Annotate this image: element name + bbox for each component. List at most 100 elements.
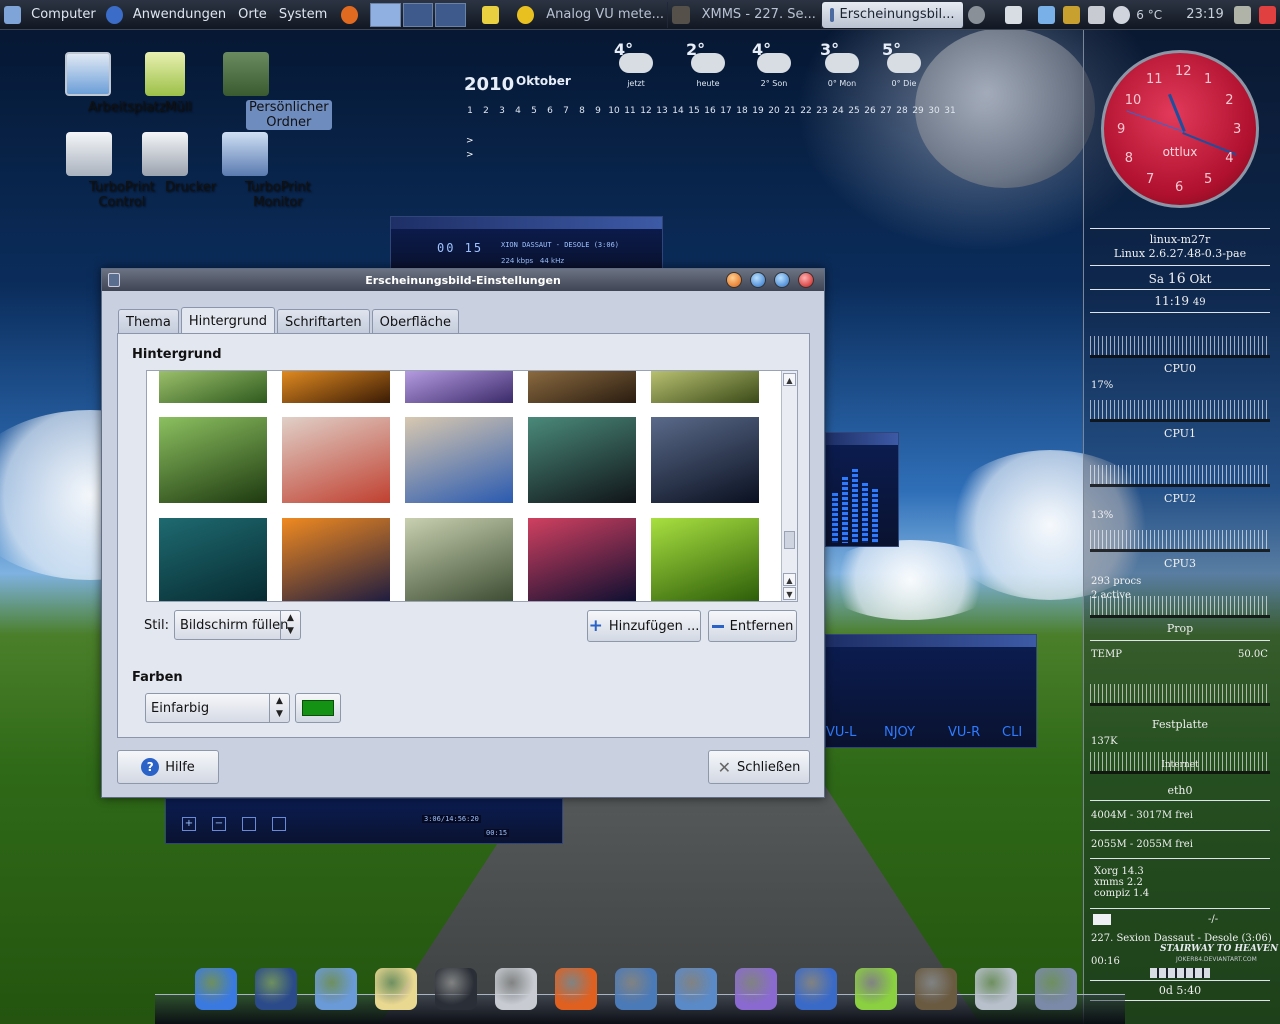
calendar-day[interactable]: 14 bbox=[670, 106, 686, 116]
computer-icon[interactable] bbox=[4, 5, 22, 24]
wallpaper-thumb-tower[interactable] bbox=[528, 518, 636, 601]
calendar-day[interactable]: 9 bbox=[590, 106, 606, 116]
cd-icon[interactable] bbox=[975, 968, 1017, 1010]
calendar-day[interactable]: 26 bbox=[862, 106, 878, 116]
writer-icon[interactable] bbox=[795, 968, 837, 1010]
office-icon[interactable] bbox=[735, 968, 777, 1010]
calendar-arrow[interactable]: > bbox=[466, 136, 474, 146]
calendar-day[interactable]: 4 bbox=[510, 106, 526, 116]
wallpaper-thumb-city[interactable] bbox=[405, 417, 513, 503]
add-wallpaper-button[interactable]: + Hinzufügen ... bbox=[587, 610, 701, 642]
firefox-icon[interactable] bbox=[555, 968, 597, 1010]
xmms-main-window[interactable]: 00 15 XION DASSAUT - DESOLE (3:06) 224 k… bbox=[390, 216, 663, 270]
settings-icon[interactable] bbox=[495, 968, 537, 1010]
tab-hintergrund[interactable]: Hintergrund bbox=[180, 307, 275, 335]
lime-icon[interactable] bbox=[855, 968, 897, 1010]
calendar-day[interactable]: 24 bbox=[830, 106, 846, 116]
calendar-day[interactable]: 1 bbox=[462, 106, 478, 116]
notes-icon[interactable] bbox=[375, 968, 417, 1010]
wallpaper-thumb-bridge[interactable] bbox=[282, 417, 390, 503]
playlist-misc-button[interactable] bbox=[272, 817, 286, 831]
scroll-up-arrow[interactable]: ▲ bbox=[783, 373, 796, 386]
task-xmms[interactable]: XMMS - 227. Se... bbox=[694, 1, 822, 28]
tab-schriftarten[interactable]: Schriftarten bbox=[276, 309, 370, 335]
close-button[interactable]: ✕ Schließen bbox=[708, 750, 810, 784]
wallpaper-thumb-fire-forest[interactable] bbox=[282, 371, 390, 403]
wallpaper-thumb-purple-sky[interactable] bbox=[405, 371, 513, 403]
scrollbar-thumb[interactable] bbox=[784, 531, 795, 549]
calendar-day[interactable]: 10 bbox=[606, 106, 622, 116]
tab-oberflaeche[interactable]: Oberfläche bbox=[371, 309, 460, 335]
color-mode-combobox[interactable]: Einfarbig ▲ ▼ bbox=[145, 693, 290, 723]
close-window-button[interactable] bbox=[798, 272, 814, 288]
calendar-arrow[interactable]: > bbox=[466, 150, 474, 160]
maximize-button[interactable] bbox=[774, 272, 790, 288]
calendar-day[interactable]: 19 bbox=[750, 106, 766, 116]
help-button[interactable]: ? Hilfe bbox=[117, 750, 219, 784]
wallpaper-scrollbar[interactable]: ▲ ▲ ▼ bbox=[781, 371, 797, 601]
calendar-day[interactable]: 5 bbox=[526, 106, 542, 116]
wallpaper-thumb-night-street[interactable] bbox=[528, 417, 636, 503]
gimp-icon[interactable] bbox=[915, 968, 957, 1010]
clock-text[interactable]: 23:19 bbox=[1186, 7, 1223, 22]
window-menu-button[interactable] bbox=[726, 272, 742, 288]
wallpaper-thumb-teal-grid[interactable] bbox=[159, 518, 267, 601]
smiley-icon[interactable] bbox=[517, 5, 535, 24]
menu-orte[interactable]: Orte bbox=[232, 7, 273, 22]
printer-icon[interactable] bbox=[1004, 5, 1022, 24]
wallpaper-thumb-dusk[interactable] bbox=[528, 371, 636, 403]
dialog-titlebar[interactable]: Erscheinungsbild-Einstellungen bbox=[102, 269, 824, 291]
calendar-day[interactable]: 25 bbox=[846, 106, 862, 116]
scroll-down-arrow[interactable]: ▼ bbox=[783, 587, 796, 600]
style-combobox[interactable]: Bildschirm füllen ▲ ▼ bbox=[174, 610, 301, 640]
calendar-day[interactable]: 7 bbox=[558, 106, 574, 116]
globe-icon[interactable] bbox=[195, 968, 237, 1010]
network-icon[interactable] bbox=[675, 968, 717, 1010]
xmms-icon[interactable] bbox=[672, 5, 690, 24]
menu-system[interactable]: System bbox=[273, 7, 333, 22]
analog-vu-window[interactable]: VU-L NJOY VU-R CLI bbox=[825, 634, 1037, 748]
monitor-applet-icon[interactable] bbox=[1062, 5, 1080, 24]
wallpaper-thumb-grass[interactable] bbox=[651, 371, 759, 403]
trash-icon[interactable] bbox=[1035, 968, 1077, 1010]
task-appearance[interactable]: Erscheinungsbil... bbox=[821, 1, 964, 28]
xmms-equalizer-window[interactable] bbox=[825, 432, 899, 547]
menu-anwendungen[interactable]: Anwendungen bbox=[127, 7, 232, 22]
calendar-day[interactable]: 28 bbox=[894, 106, 910, 116]
playlist-add-button[interactable]: + bbox=[182, 817, 196, 831]
calendar-day[interactable]: 21 bbox=[782, 106, 798, 116]
terminal-icon[interactable] bbox=[435, 968, 477, 1010]
playlist-remove-button[interactable]: − bbox=[212, 817, 226, 831]
volume-icon[interactable] bbox=[967, 5, 985, 24]
calendar-day[interactable]: 29 bbox=[910, 106, 926, 116]
calendar-day[interactable]: 11 bbox=[622, 106, 638, 116]
menu-computer[interactable]: Computer bbox=[25, 7, 102, 22]
wallpaper-thumb-foliage[interactable] bbox=[159, 371, 267, 403]
wallpaper-list[interactable]: ▲ ▲ ▼ bbox=[146, 370, 798, 602]
calendar-day[interactable]: 20 bbox=[766, 106, 782, 116]
color-swatch-button[interactable] bbox=[295, 693, 341, 723]
scroll-up-arrow[interactable]: ▲ bbox=[783, 573, 796, 586]
home-icon[interactable] bbox=[255, 968, 297, 1010]
tab-thema[interactable]: Thema bbox=[118, 309, 179, 335]
workspace-2[interactable] bbox=[402, 2, 434, 27]
music-icon[interactable] bbox=[615, 968, 657, 1010]
player-controls[interactable] bbox=[1150, 968, 1210, 978]
calendar-day[interactable]: 13 bbox=[654, 106, 670, 116]
minimize-button[interactable] bbox=[750, 272, 766, 288]
calendar-day[interactable]: 16 bbox=[702, 106, 718, 116]
calendar-day[interactable]: 18 bbox=[734, 106, 750, 116]
desktop-applet-icon[interactable] bbox=[1037, 5, 1055, 24]
calendar-day[interactable]: 17 bbox=[718, 106, 734, 116]
wallpaper-thumb-garden[interactable] bbox=[405, 518, 513, 601]
calendar-day[interactable]: 23 bbox=[814, 106, 830, 116]
task-analog-vu[interactable]: Analog VU mete... bbox=[538, 1, 669, 28]
wallpaper-thumb-flame-swirl[interactable] bbox=[282, 518, 390, 601]
calendar-day[interactable]: 15 bbox=[686, 106, 702, 116]
calendar-day[interactable]: 30 bbox=[926, 106, 942, 116]
calendar-day[interactable]: 12 bbox=[638, 106, 654, 116]
mail-icon[interactable] bbox=[315, 968, 357, 1010]
firefox-launcher-icon[interactable] bbox=[341, 5, 359, 24]
desktop-icon-home[interactable]: Persönlicher Ordner bbox=[184, 52, 332, 130]
desktop-icon-turboprint-monitor[interactable]: TurboPrint Monitor bbox=[188, 132, 311, 210]
